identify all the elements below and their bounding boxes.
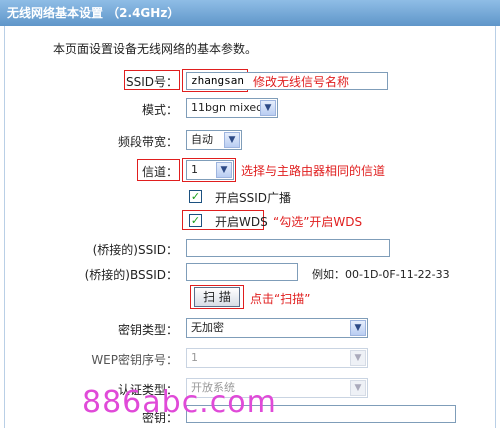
mode-value: 11bgn mixed <box>191 101 264 114</box>
key-type-label: 密钥类型： <box>117 323 178 337</box>
wds-note: “勾选”开启WDS <box>273 215 363 229</box>
mode-select[interactable]: 11bgn mixed ▼ <box>186 98 278 118</box>
key-type-select[interactable]: 无加密 ▼ <box>186 318 368 338</box>
channel-value: 1 <box>191 163 198 176</box>
chevron-down-icon: ▼ <box>260 100 276 116</box>
channel-label: 信道： <box>141 165 178 179</box>
chevron-down-icon: ▼ <box>224 132 240 148</box>
intro-text: 本页面设置设备无线网络的基本参数。 <box>53 42 258 56</box>
bandwidth-value: 自动 <box>191 133 213 146</box>
scan-button[interactable]: 扫 描 <box>194 287 240 307</box>
key-type-value: 无加密 <box>191 321 224 334</box>
channel-note: 选择与主路由器相同的信道 <box>241 164 386 178</box>
ssid-broadcast-checkbox[interactable]: ✓ <box>189 190 202 203</box>
channel-select[interactable]: 1 ▼ <box>186 160 234 180</box>
ssid-broadcast-label: 开启SSID广播 <box>215 191 292 205</box>
wds-label: 开启WDS <box>215 215 268 229</box>
bridge-ssid-label: (桥接的)SSID： <box>92 243 178 257</box>
bridge-bssid-label: (桥接的)BSSID： <box>84 268 178 282</box>
chevron-down-icon: ▼ <box>216 162 232 178</box>
bandwidth-label: 频段带宽： <box>117 135 178 149</box>
wep-index-value: 1 <box>191 351 198 364</box>
chevron-down-icon: ▼ <box>350 380 366 396</box>
ssid-note: 修改无线信号名称 <box>253 75 350 89</box>
wds-checkbox[interactable]: ✓ <box>189 214 202 227</box>
bssid-example: 例如：00-1D-0F-11-22-33 <box>312 268 450 281</box>
mode-label: 模式： <box>141 103 178 117</box>
bridge-bssid-input[interactable] <box>186 263 298 281</box>
checkmark-icon: ✓ <box>190 214 201 227</box>
bandwidth-select[interactable]: 自动 ▼ <box>186 130 242 150</box>
scan-note: 点击“扫描” <box>250 292 311 306</box>
bridge-ssid-input[interactable] <box>186 239 390 257</box>
wep-index-select: 1 ▼ <box>186 348 368 368</box>
checkmark-icon: ✓ <box>190 190 201 203</box>
chevron-down-icon: ▼ <box>350 320 366 336</box>
wep-index-label: WEP密钥序号： <box>91 353 178 367</box>
ssid-label: SSID号： <box>125 75 178 89</box>
chevron-down-icon: ▼ <box>350 350 366 366</box>
page-title: 无线网络基本设置 （2.4GHz） <box>0 0 500 26</box>
watermark: 886abc.com <box>82 385 277 420</box>
